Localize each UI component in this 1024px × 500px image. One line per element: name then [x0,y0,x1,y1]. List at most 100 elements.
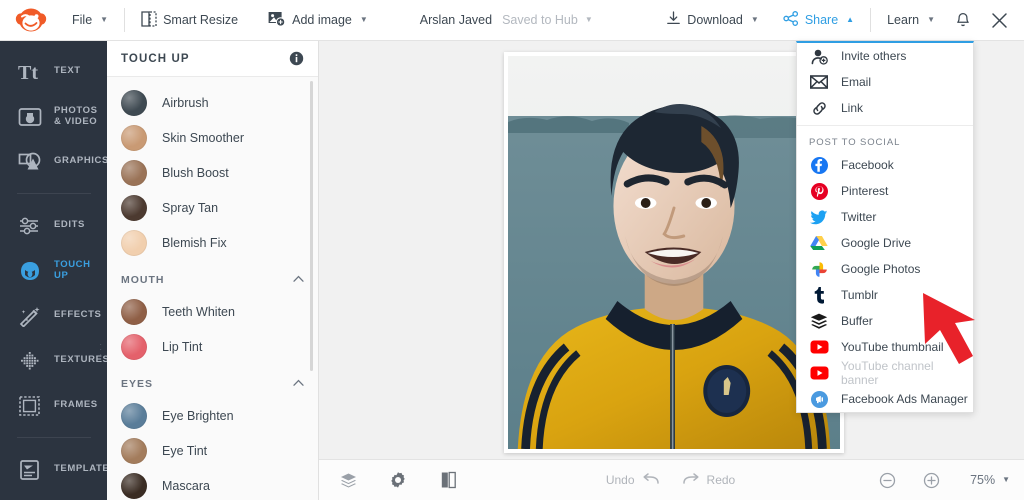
touchup-effect-blemish-fix[interactable]: Blemish Fix [107,225,318,260]
share-button[interactable]: Share ▲ [773,0,864,41]
share-item-label: Facebook [841,158,894,172]
panel-body[interactable]: Airbrush Skin Smoother Blush Boost Spray Ta… [107,77,318,500]
learn-button[interactable]: Learn ▼ [877,0,945,41]
info-icon[interactable] [289,51,304,66]
edits-sliders-icon [17,213,43,239]
share-label: Share [804,12,839,27]
share-item-pinterest[interactable]: Pinterest [797,178,973,204]
zoom-level-selector[interactable]: 75% ▼ [970,473,1010,487]
zoom-in-icon[interactable] [916,465,946,495]
nav-separator [17,437,91,438]
facebook-icon [809,155,829,175]
sidebar-item-label: EDITS [54,219,85,231]
share-item-label: YouTube thumbnail [841,340,944,354]
effect-thumbnail [121,124,147,151]
chevron-down-icon: ▼ [359,14,368,24]
link-chain-icon [809,98,829,118]
effect-thumbnail [121,437,147,464]
notification-bell-icon[interactable] [945,0,981,41]
close-icon[interactable] [981,0,1024,41]
saved-status-button[interactable]: Saved to Hub ▼ [502,13,593,27]
touchup-effect-spray-tan[interactable]: Spray Tan [107,190,318,225]
panel-section-eyes[interactable]: EYES [107,370,318,398]
redo-arrow-icon [682,472,700,489]
panel-scrollbar[interactable] [310,81,313,371]
share-item-twitter[interactable]: Twitter [797,204,973,230]
undo-button[interactable]: Undo [606,472,660,489]
share-item-tumblr[interactable]: Tumblr [797,282,973,308]
sidebar-item-graphics[interactable]: GRAPHICS [0,139,108,184]
share-item-youtube-thumbnail[interactable]: YouTube thumbnail [797,334,973,360]
touchup-effect-blush-boost[interactable]: Blush Boost [107,155,318,190]
sidebar-item-text[interactable]: Tt TEXT [0,49,107,94]
touchup-effect-eye-brighten[interactable]: Eye Brighten [107,398,318,433]
touchup-effect-airbrush[interactable]: Airbrush [107,85,318,120]
touchup-effect-eye-tint[interactable]: Eye Tint [107,433,318,468]
layers-icon[interactable] [333,465,363,495]
share-item-youtube-channel-banner[interactable]: YouTube channel banner [797,359,973,387]
google-drive-icon [809,233,829,253]
share-item-facebook-ads-manager[interactable]: Facebook Ads Manager [797,386,973,412]
add-image-icon [268,11,286,30]
sidebar-item-collage[interactable]: COLLAGE [0,492,107,500]
touchup-effect-skin-smoother[interactable]: Skin Smoother [107,120,318,155]
touchup-effect-teeth-whiten[interactable]: Teeth Whiten [107,294,318,329]
share-item-google-drive[interactable]: Google Drive [797,230,973,256]
download-button[interactable]: Download ▼ [656,0,769,41]
redo-button[interactable]: Redo [682,472,736,489]
effect-label: Eye Brighten [162,408,234,423]
compare-split-icon[interactable] [433,465,463,495]
add-image-button[interactable]: Add image ▼ [258,0,378,41]
effect-thumbnail [121,159,147,186]
monkey-logo-icon[interactable] [14,7,48,33]
download-label: Download [687,12,743,27]
panel-section-label: EYES [121,378,154,390]
share-item-label: Invite others [841,49,907,63]
bottom-toolbar: Undo Redo 75% ▼ [319,459,1024,500]
toolbar-divider-2 [870,8,872,32]
sidebar-item-photos-video[interactable]: PHOTOS & VIDEO [0,94,107,139]
panel-section-mouth[interactable]: MOUTH [107,266,318,294]
share-item-email[interactable]: Email [797,69,973,95]
photo-frame [504,52,844,453]
smart-resize-button[interactable]: Smart Resize [131,0,248,41]
redo-label: Redo [706,473,736,487]
pinterest-icon [809,181,829,201]
chevron-down-icon: ▼ [584,14,593,24]
file-menu-button[interactable]: File ▼ [62,0,118,41]
share-item-buffer[interactable]: Buffer [797,308,973,334]
touchup-effect-lip-tint[interactable]: Lip Tint [107,329,318,364]
undo-arrow-icon [642,472,660,489]
sidebar-item-label: TEXT [54,65,81,77]
effect-label: Blemish Fix [162,235,227,250]
sidebar-item-templates[interactable]: TEMPLATES [0,447,116,492]
effect-thumbnail [121,333,147,360]
sidebar-item-textures[interactable]: TEXTURES · · · [0,338,109,383]
effect-label: Lip Tint [162,339,203,354]
file-menu-label: File [72,12,93,27]
chevron-up-icon[interactable] [293,379,304,390]
left-navigation-sidebar: Tt TEXT PHOTOS & VIDEO GRAPHICS EDITS TOUCH U… [0,41,116,500]
youtube-icon [809,363,829,383]
edited-photo[interactable] [508,56,840,449]
zoom-out-icon[interactable] [872,465,902,495]
touchup-effect-mascara[interactable]: Mascara [107,468,318,500]
effect-label: Blush Boost [162,165,229,180]
sidebar-item-label: EFFECTS [54,309,102,321]
sidebar-item-effects[interactable]: EFFECTS [0,293,107,338]
share-item-facebook[interactable]: Facebook [797,152,973,178]
share-item-link[interactable]: Link [797,95,973,121]
sidebar-item-touch-up[interactable]: TOUCH UP [0,248,107,293]
share-social-group: Facebook Pinterest Twitter Google Drive Goog… [797,152,973,412]
frames-icon [17,393,43,419]
share-item-invite-others[interactable]: Invite others [797,43,973,69]
gear-icon[interactable] [383,465,413,495]
chevron-down-icon: ▼ [927,14,935,24]
share-item-label: Email [841,75,872,89]
share-item-google-photos[interactable]: Google Photos [797,256,973,282]
sidebar-item-frames[interactable]: FRAMES [0,383,107,428]
sidebar-item-edits[interactable]: EDITS [0,203,107,248]
chevron-down-icon: ▼ [100,14,109,24]
chevron-up-icon[interactable] [293,275,304,286]
share-item-label: Tumblr [841,288,878,302]
